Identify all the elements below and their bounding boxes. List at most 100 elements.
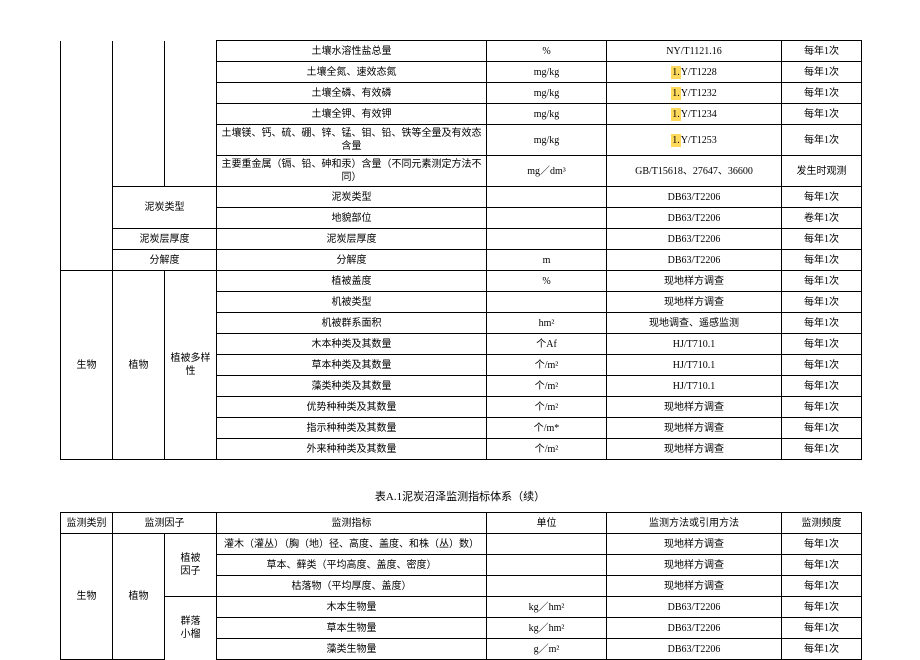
category-biology: 生物 [61,271,113,460]
freq-cell: 每年1次 [782,576,862,597]
unit-cell: mg/kg [487,62,607,83]
freq-cell: 每年1次 [782,639,862,660]
freq-cell: 每年1次 [782,104,862,125]
method-cell: 1.Y/T1228 [607,62,782,83]
method-cell: 现地样方调查 [607,439,782,460]
indicator-cell: 灌木（灌丛）（胸（地）径、高度、盖度、和株（丛）数） [217,534,487,555]
freq-cell: 卷年1次 [782,208,862,229]
subcategory-plant: 植物 [113,534,165,660]
subcategory-plant: 植物 [113,271,165,460]
freq-cell: 每年1次 [782,250,862,271]
method-cell: DB63/T2206 [607,250,782,271]
factor-diversity: 植被多样性 [165,271,217,460]
method-cell: NY/T1121.16 [607,41,782,62]
table-caption: 表A.1泥炭沼泽监测指标体系（续） [60,488,860,504]
unit-cell [487,187,607,208]
unit-cell: % [487,271,607,292]
factor-decomposition: 分解度 [113,250,217,271]
unit-cell: kg／hm² [487,597,607,618]
indicator-cell: 地貌部位 [217,208,487,229]
header-factor: 监测因子 [113,513,217,534]
monitoring-table-2: 监测类别 监测因子 监测指标 单位 监测方法或引用方法 监测频度 生物 植物 植… [60,512,862,660]
freq-cell: 每年1次 [782,397,862,418]
blank [165,41,217,62]
factor-peat-thickness: 泥炭层厚度 [113,229,217,250]
unit-cell: 个/m* [487,418,607,439]
freq-cell: 每年1次 [782,187,862,208]
freq-cell: 每年1次 [782,355,862,376]
freq-cell: 每年1次 [782,313,862,334]
indicator-cell: 枯落物（平均厚度、盖度） [217,576,487,597]
unit-cell [487,576,607,597]
indicator-cell: 指示种种类及其数量 [217,418,487,439]
method-cell: 1.Y/T1253 [607,125,782,156]
blank [61,41,113,62]
freq-cell: 每年1次 [782,534,862,555]
method-cell: DB63/T2206 [607,208,782,229]
unit-cell: hm² [487,313,607,334]
indicator-cell: 土壤全氮、速效态氮 [217,62,487,83]
unit-cell: mg/kg [487,125,607,156]
unit-cell: m [487,250,607,271]
freq-cell: 每年1次 [782,555,862,576]
monitoring-table-1: 土壤水溶性盐总量 % NY/T1121.16 每年1次 土壤全氮、速效态氮 mg… [60,40,862,460]
factor-peat-type: 泥炭类型 [113,187,217,229]
method-cell: 1.Y/T1232 [607,83,782,104]
method-cell: DB63/T2206 [607,229,782,250]
freq-cell: 每年1次 [782,41,862,62]
freq-cell: 每年1次 [782,439,862,460]
header-unit: 单位 [487,513,607,534]
unit-cell: kg／hm² [487,618,607,639]
unit-cell: mg/kg [487,104,607,125]
unit-cell: 个/m² [487,376,607,397]
indicator-cell: 土壤水溶性盐总量 [217,41,487,62]
header-method: 监测方法或引用方法 [607,513,782,534]
unit-cell [487,292,607,313]
indicator-cell: 草本生物量 [217,618,487,639]
header-frequency: 监测频度 [782,513,862,534]
indicator-cell: 泥炭层厚度 [217,229,487,250]
freq-cell: 每年1次 [782,418,862,439]
unit-cell [487,208,607,229]
indicator-cell: 机被群系面积 [217,313,487,334]
method-cell: 现地样方调查 [607,555,782,576]
method-cell: HJ/T710.1 [607,376,782,397]
method-cell: HJ/T710.1 [607,355,782,376]
unit-cell: 个Af [487,334,607,355]
method-cell: 1.Y/T1234 [607,104,782,125]
unit-cell: 个/m² [487,439,607,460]
header-indicator: 监测指标 [217,513,487,534]
method-cell: DB63/T2206 [607,187,782,208]
method-cell: 现地样方调查 [607,576,782,597]
method-cell: 现地样方调查 [607,397,782,418]
category-biology: 生物 [61,534,113,660]
method-cell: GB/T15618、27647、36600 [607,156,782,187]
freq-cell: 每年1次 [782,597,862,618]
unit-cell: 个/m² [487,397,607,418]
method-cell: 现地样方调查 [607,271,782,292]
freq-cell: 每年1次 [782,83,862,104]
indicator-cell: 土壤全磷、有效磷 [217,83,487,104]
freq-cell: 每年1次 [782,334,862,355]
method-cell: DB63/T2206 [607,618,782,639]
factor-veg: 植被 因子 [165,534,217,597]
freq-cell: 每年1次 [782,271,862,292]
unit-cell [487,534,607,555]
indicator-cell: 土壤镁、钙、硫、硼、锌、锰、钼、铅、铁等全量及有效态含量 [217,125,487,156]
indicator-cell: 木本生物量 [217,597,487,618]
indicator-cell: 木本种类及其数量 [217,334,487,355]
indicator-cell: 分解度 [217,250,487,271]
unit-cell [487,229,607,250]
indicator-cell: 草本种类及其数量 [217,355,487,376]
unit-cell: mg／dm³ [487,156,607,187]
method-cell: HJ/T710.1 [607,334,782,355]
freq-cell: 每年1次 [782,292,862,313]
freq-cell: 每年1次 [782,62,862,83]
freq-cell: 每年1次 [782,229,862,250]
method-cell: 现地样方调查 [607,534,782,555]
header-category: 监测类别 [61,513,113,534]
indicator-cell: 植被盖度 [217,271,487,292]
indicator-cell: 优势种种类及其数量 [217,397,487,418]
indicator-cell: 外来种种类及其数量 [217,439,487,460]
freq-cell: 每年1次 [782,618,862,639]
